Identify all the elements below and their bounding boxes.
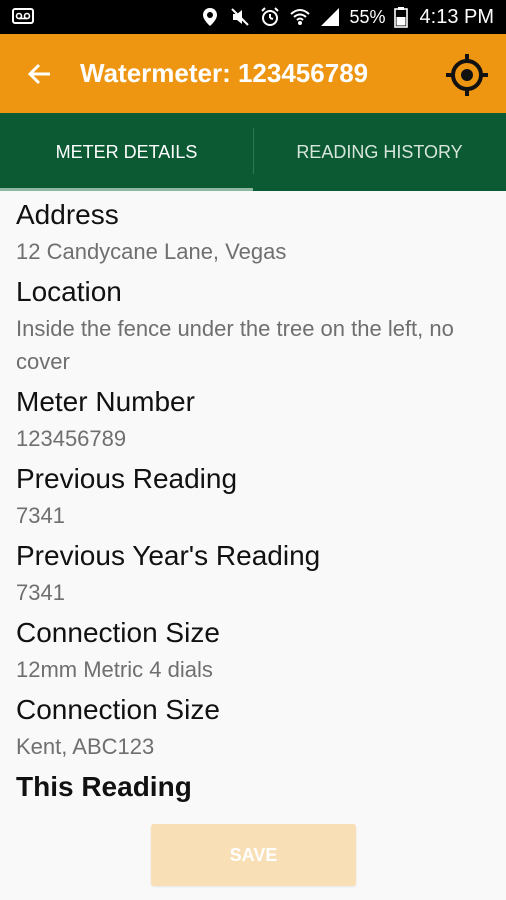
wifi-icon (290, 9, 311, 25)
signal-icon (321, 8, 340, 26)
back-button[interactable] (22, 56, 58, 92)
battery-percent: 55% (349, 6, 386, 27)
field-label: Connection Size (16, 694, 220, 725)
tab-divider (253, 128, 254, 174)
page-title: Watermeter: 123456789 (80, 58, 369, 88)
alarm-icon (261, 7, 280, 26)
mute-icon (231, 8, 250, 26)
battery-icon (393, 7, 408, 28)
field-value: 123456789 (16, 426, 127, 451)
field-value: 12 Candycane Lane, Vegas (16, 239, 287, 264)
app-bar: Watermeter: 123456789 (0, 34, 506, 113)
status-bar: 55% 4:13 PM (0, 0, 506, 34)
field-label: Address (16, 199, 119, 230)
meter-details-panel[interactable]: Address 12 Candycane Lane, Vegas Locatio… (0, 191, 506, 811)
field-value: 12mm Metric 4 dials (16, 657, 213, 682)
field-value: Kent, ABC123 (16, 734, 155, 759)
field-label: Meter Number (16, 386, 195, 417)
field-label: Previous Reading (16, 463, 238, 494)
arrow-left-icon (27, 63, 50, 85)
field-connection-size: Connection Size 12mm Metric 4 dials (16, 615, 490, 686)
clock: 4:13 PM (419, 5, 494, 28)
field-value: 7341 (16, 503, 65, 528)
field-location: Location Inside the fence under the tree… (16, 274, 490, 378)
field-value: Inside the fence under the tree on the l… (16, 316, 454, 374)
tab-reading-history[interactable]: READING HISTORY (253, 113, 506, 191)
tab-meter-details[interactable]: METER DETAILS (0, 113, 253, 191)
field-label: Previous Year's Reading (16, 540, 321, 571)
voicemail-icon (12, 8, 34, 24)
save-button[interactable]: SAVE (151, 824, 356, 886)
field-label: Location (16, 276, 122, 307)
field-previous-reading: Previous Reading 7341 (16, 461, 490, 532)
field-address: Address 12 Candycane Lane, Vegas (16, 197, 490, 268)
field-previous-year-reading: Previous Year's Reading 7341 (16, 538, 490, 609)
field-connection-size-2: Connection Size Kent, ABC123 (16, 692, 490, 763)
field-this-reading: This Reading (16, 769, 490, 805)
field-value: 7341 (16, 580, 65, 605)
location-icon (203, 8, 218, 26)
field-meter-number: Meter Number 123456789 (16, 384, 490, 455)
crosshair-icon[interactable] (444, 52, 490, 98)
field-label: Connection Size (16, 617, 220, 648)
field-label: This Reading (16, 771, 192, 802)
